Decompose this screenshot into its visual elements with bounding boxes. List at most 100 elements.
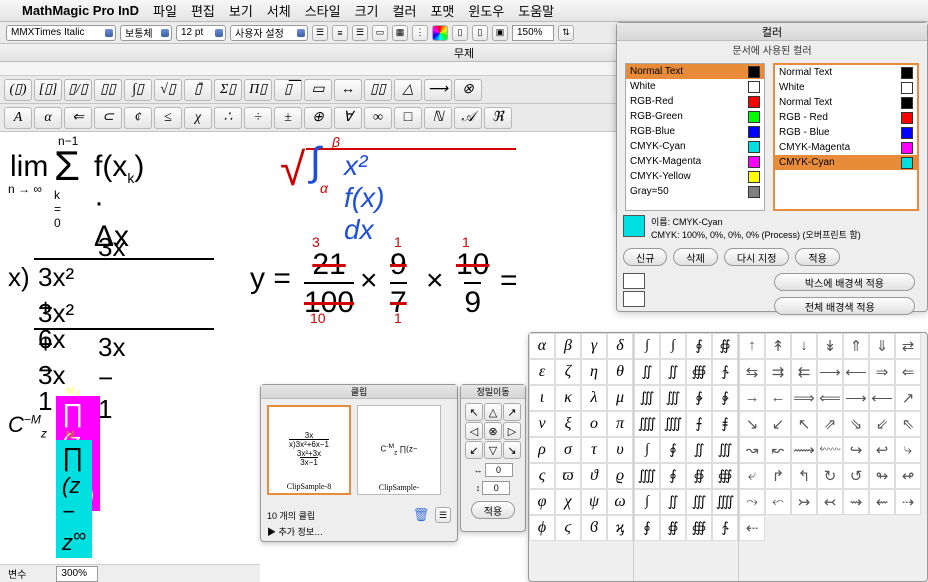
- symbol-cell[interactable]: ∰: [686, 515, 712, 541]
- menu-size[interactable]: 크기: [355, 1, 379, 20]
- symbol-cell[interactable]: ∮: [686, 333, 712, 359]
- symbol-cell[interactable]: ∫: [634, 437, 660, 463]
- symbol-cell[interactable]: ⟹: [791, 385, 817, 411]
- align-right-icon[interactable]: ☰: [352, 25, 368, 41]
- tpl-btn-4[interactable]: ∫▯: [124, 79, 152, 101]
- symbol-cell[interactable]: ⇐: [895, 359, 921, 385]
- color-row[interactable]: Normal Text: [626, 64, 764, 79]
- symbol-cell[interactable]: ↗: [895, 385, 921, 411]
- symbol-cell[interactable]: ⇠: [739, 515, 765, 541]
- tpl-btn-11[interactable]: ∀: [334, 107, 362, 129]
- preset-select[interactable]: 사용자 설정: [230, 25, 308, 41]
- dots-icon[interactable]: ⋮: [412, 25, 428, 41]
- apply-all-bg-button[interactable]: 전체 배경색 적용: [774, 297, 915, 315]
- symbol-cell[interactable]: ⤶: [739, 463, 765, 489]
- tpl-btn-8[interactable]: Π▯: [244, 79, 272, 101]
- nudge-w-icon[interactable]: ◁: [465, 422, 483, 440]
- tpl-btn-13[interactable]: △: [394, 79, 422, 101]
- tpl-btn-14[interactable]: ℕ: [424, 107, 452, 129]
- symbol-cell[interactable]: ς: [529, 463, 555, 489]
- symbol-cell[interactable]: ⇉: [765, 359, 791, 385]
- color-row[interactable]: Gray=50: [626, 184, 764, 199]
- zoom-stepper-icon[interactable]: ⇅: [558, 25, 574, 41]
- nudge-sw-icon[interactable]: ↙: [465, 441, 483, 459]
- tpl-btn-10[interactable]: ⊕: [304, 107, 332, 129]
- tpl-btn-10[interactable]: ▭: [304, 79, 332, 101]
- symbol-cell[interactable]: η: [581, 359, 607, 385]
- symbol-cell[interactable]: ∯: [712, 333, 738, 359]
- symbol-cell[interactable]: τ: [581, 437, 607, 463]
- symbol-cell[interactable]: λ: [581, 385, 607, 411]
- menu-style[interactable]: 스타일: [305, 1, 341, 20]
- symbol-cell[interactable]: ∱: [712, 515, 738, 541]
- symbol-cell[interactable]: ⇑: [843, 333, 869, 359]
- tpl-btn-9[interactable]: ±: [274, 107, 302, 129]
- symbol-cell[interactable]: ⬳: [817, 437, 843, 463]
- nudge-x-field[interactable]: 0: [485, 463, 513, 477]
- align-center-icon[interactable]: ≡: [332, 25, 348, 41]
- symbol-cell[interactable]: ↪: [843, 437, 869, 463]
- symbol-cell[interactable]: ⇒: [869, 359, 895, 385]
- symbol-cell[interactable]: ι: [529, 385, 555, 411]
- symbol-cell[interactable]: γ: [581, 333, 607, 359]
- color-row[interactable]: Normal Text: [775, 95, 917, 110]
- symbol-cell[interactable]: ⟵: [843, 359, 869, 385]
- color-row[interactable]: CMYK-Yellow: [626, 169, 764, 184]
- symbol-cell[interactable]: ↫: [895, 463, 921, 489]
- nudge-n-icon[interactable]: △: [484, 403, 502, 421]
- symbol-cell[interactable]: ⨌: [634, 411, 660, 437]
- tpl-btn-16[interactable]: ℜ: [484, 107, 512, 129]
- size-select[interactable]: 12 pt: [176, 25, 226, 41]
- palette-icon[interactable]: [432, 25, 448, 41]
- symbol-cell[interactable]: ⇢: [895, 489, 921, 515]
- trash-icon[interactable]: 🗑: [413, 507, 429, 523]
- symbol-cell[interactable]: ↝: [739, 437, 765, 463]
- color-row[interactable]: CMYK-Cyan: [626, 139, 764, 154]
- symbol-cell[interactable]: ⇗: [817, 411, 843, 437]
- symbol-cell[interactable]: ϱ: [607, 463, 633, 489]
- tpl-btn-7[interactable]: ∴: [214, 107, 242, 129]
- symbol-cell[interactable]: ⇖: [895, 411, 921, 437]
- tpl-btn-1[interactable]: [▯]: [34, 79, 62, 101]
- menu-help[interactable]: 도움말: [518, 1, 554, 20]
- symbol-cell[interactable]: ϗ: [607, 515, 633, 541]
- tpl-btn-4[interactable]: ¢: [124, 107, 152, 129]
- symbol-cell[interactable]: ρ: [529, 437, 555, 463]
- symbol-cell[interactable]: ↺: [843, 463, 869, 489]
- symbol-cell[interactable]: σ: [555, 437, 581, 463]
- symbol-cell[interactable]: ∯: [660, 515, 686, 541]
- symbol-cell[interactable]: ←: [765, 385, 791, 411]
- nudge-e-icon[interactable]: ▷: [503, 422, 521, 440]
- symbol-cell[interactable]: β: [555, 333, 581, 359]
- symbol-cell[interactable]: ⇄: [895, 333, 921, 359]
- tpl-btn-2[interactable]: ⇐: [64, 107, 92, 129]
- clip-thumb-1[interactable]: 3xx)3x²+6x−13x²+3x3x−1 ClipSample-8: [267, 405, 351, 495]
- symbol-cell[interactable]: μ: [607, 385, 633, 411]
- menu-window[interactable]: 윈도우: [468, 1, 504, 20]
- symbol-cell[interactable]: ∬: [634, 359, 660, 385]
- symbol-cell[interactable]: ∯: [686, 463, 712, 489]
- tpl-btn-13[interactable]: □: [394, 107, 422, 129]
- symbol-cell[interactable]: π: [607, 411, 633, 437]
- tpl-btn-6[interactable]: ▯̄: [184, 79, 212, 101]
- symbol-cell[interactable]: ∭: [634, 385, 660, 411]
- symbol-cell[interactable]: ↙: [765, 411, 791, 437]
- color-row[interactable]: RGB - Blue: [775, 125, 917, 140]
- menu-view[interactable]: 보기: [229, 1, 253, 20]
- zoom-field[interactable]: 150%: [512, 25, 554, 41]
- color-row[interactable]: CMYK-Magenta: [775, 140, 917, 155]
- color-row[interactable]: Normal Text: [775, 65, 917, 80]
- symbol-cell[interactable]: ⟶: [843, 385, 869, 411]
- symbol-cell[interactable]: ⇇: [791, 359, 817, 385]
- symbol-cell[interactable]: ↡: [817, 333, 843, 359]
- symbol-cell[interactable]: ϕ: [529, 515, 555, 541]
- apply-button[interactable]: 적용: [795, 248, 839, 266]
- symbol-cell[interactable]: ∫: [660, 333, 686, 359]
- symbol-cell[interactable]: ↣: [791, 489, 817, 515]
- tpl-btn-12[interactable]: ▯▯: [364, 79, 392, 101]
- symbol-cell[interactable]: ↢: [817, 489, 843, 515]
- symbol-cell[interactable]: ο: [581, 411, 607, 437]
- symbol-cell[interactable]: ε: [529, 359, 555, 385]
- symbol-cell[interactable]: ϖ: [555, 463, 581, 489]
- symbol-cell[interactable]: υ: [607, 437, 633, 463]
